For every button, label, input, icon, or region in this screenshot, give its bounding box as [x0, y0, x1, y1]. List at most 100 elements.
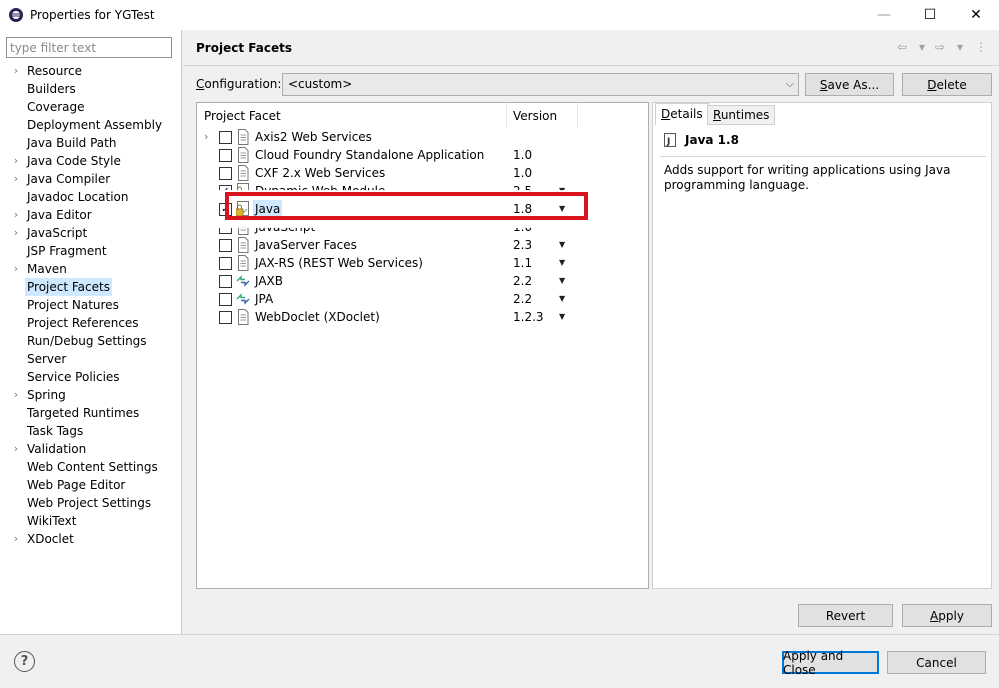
- chevron-right-icon[interactable]: ›: [10, 530, 22, 548]
- facet-checkbox[interactable]: [219, 239, 232, 252]
- nav-item[interactable]: › Spring: [0, 386, 182, 404]
- facet-version[interactable]: 2.2: [513, 290, 532, 308]
- configuration-select[interactable]: <custom> ⌵: [282, 73, 799, 96]
- version-dropdown-icon[interactable]: ▼: [559, 254, 565, 272]
- facet-checkbox[interactable]: [219, 227, 232, 234]
- nav-item[interactable]: › JavaScript: [0, 224, 182, 242]
- facet-version[interactable]: 2.2: [513, 272, 532, 290]
- nav-item[interactable]: › Resource: [0, 62, 182, 80]
- chevron-right-icon[interactable]: ›: [204, 128, 208, 146]
- column-divider[interactable]: [577, 103, 578, 127]
- table-row[interactable]: JavaScript 1.0: [197, 227, 648, 236]
- nav-item[interactable]: Run/Debug Settings: [0, 332, 182, 350]
- facet-version[interactable]: 1.1: [513, 254, 532, 272]
- facet-checkbox[interactable]: ✓: [219, 203, 232, 216]
- nav-item[interactable]: Project References: [0, 314, 182, 332]
- facet-checkbox[interactable]: [219, 311, 232, 324]
- nav-item[interactable]: Coverage: [0, 98, 182, 116]
- nav-item-label: JSP Fragment: [27, 244, 107, 258]
- chevron-right-icon[interactable]: ›: [10, 62, 22, 80]
- table-row[interactable]: JPA 2.2 ▼: [197, 290, 648, 308]
- facet-checkbox[interactable]: ✓: [219, 185, 232, 191]
- chevron-right-icon[interactable]: ›: [10, 206, 22, 224]
- table-row[interactable]: Cloud Foundry Standalone Application 1.0: [197, 146, 648, 164]
- chevron-right-icon[interactable]: ›: [10, 224, 22, 242]
- document-icon: [236, 165, 250, 181]
- nav-item[interactable]: Web Content Settings: [0, 458, 182, 476]
- facet-checkbox[interactable]: [219, 131, 232, 144]
- table-row[interactable]: JavaServer Faces 2.3 ▼: [197, 236, 648, 254]
- nav-item[interactable]: › Java Editor: [0, 206, 182, 224]
- nav-item[interactable]: › Java Compiler: [0, 170, 182, 188]
- nav-item[interactable]: › Java Code Style: [0, 152, 182, 170]
- nav-item-label: Project Natures: [27, 298, 119, 312]
- filter-input[interactable]: [6, 37, 172, 58]
- maximize-button[interactable]: ☐: [907, 0, 953, 30]
- nav-item[interactable]: Web Page Editor: [0, 476, 182, 494]
- facet-version[interactable]: 1.8: [513, 200, 532, 218]
- column-divider[interactable]: [506, 103, 507, 127]
- nav-item[interactable]: Builders: [0, 80, 182, 98]
- chevron-right-icon[interactable]: ›: [10, 440, 22, 458]
- nav-item[interactable]: Deployment Assembly: [0, 116, 182, 134]
- table-row[interactable]: WebDoclet (XDoclet) 1.2.3 ▼: [197, 308, 648, 326]
- nav-item[interactable]: › Maven: [0, 260, 182, 278]
- table-row[interactable]: JAXB 2.2 ▼: [197, 272, 648, 290]
- nav-item[interactable]: Java Build Path: [0, 134, 182, 152]
- chevron-right-icon[interactable]: ›: [10, 152, 22, 170]
- forward-arrow-icon[interactable]: ⇨: [935, 40, 945, 54]
- facet-version[interactable]: 2.5: [513, 182, 532, 190]
- version-dropdown-icon[interactable]: ▼: [559, 272, 565, 290]
- column-header-version[interactable]: Version: [513, 109, 557, 123]
- back-arrow-icon[interactable]: ⇦: [897, 40, 907, 54]
- nav-item[interactable]: JSP Fragment: [0, 242, 182, 260]
- help-icon[interactable]: ?: [14, 651, 35, 672]
- chevron-right-icon[interactable]: ›: [10, 386, 22, 404]
- tab-details[interactable]: Details: [655, 103, 709, 125]
- column-header-facet[interactable]: Project Facet: [204, 109, 281, 123]
- nav-item[interactable]: Server: [0, 350, 182, 368]
- chevron-right-icon[interactable]: ›: [10, 170, 22, 188]
- nav-item-label: Web Project Settings: [27, 496, 152, 510]
- delete-button[interactable]: Delete: [902, 73, 992, 96]
- apply-and-close-button[interactable]: Apply and Close: [782, 649, 879, 677]
- table-row[interactable]: CXF 2.x Web Services 1.0: [197, 164, 648, 182]
- revert-button[interactable]: Revert: [798, 604, 893, 627]
- back-dropdown-icon[interactable]: ▾: [919, 40, 925, 54]
- cancel-button[interactable]: Cancel: [887, 651, 986, 674]
- table-row[interactable]: JAX-RS (REST Web Services) 1.1 ▼: [197, 254, 648, 272]
- chevron-right-icon[interactable]: ›: [10, 260, 22, 278]
- nav-item[interactable]: WikiText: [0, 512, 182, 530]
- apply-button[interactable]: Apply: [902, 604, 992, 627]
- version-dropdown-icon[interactable]: ▼: [559, 308, 565, 326]
- forward-dropdown-icon[interactable]: ▾: [957, 40, 963, 54]
- version-dropdown-icon[interactable]: ▼: [559, 290, 565, 308]
- nav-item[interactable]: Web Project Settings: [0, 494, 182, 512]
- nav-item[interactable]: Project Facets: [0, 278, 182, 296]
- view-menu-icon[interactable]: ⋮: [975, 40, 987, 54]
- nav-item[interactable]: Javadoc Location: [0, 188, 182, 206]
- facet-version[interactable]: 2.3: [513, 236, 532, 254]
- tab-runtimes[interactable]: Runtimes: [707, 105, 776, 125]
- version-dropdown-icon[interactable]: ▼: [559, 182, 565, 190]
- table-row[interactable]: › Axis2 Web Services: [197, 128, 648, 146]
- minimize-button[interactable]: —: [861, 0, 907, 30]
- facet-checkbox[interactable]: [219, 275, 232, 288]
- nav-item[interactable]: › XDoclet: [0, 530, 182, 548]
- facet-checkbox[interactable]: [219, 167, 232, 180]
- version-dropdown-icon[interactable]: ▼: [559, 236, 565, 254]
- nav-item[interactable]: Targeted Runtimes: [0, 404, 182, 422]
- facet-checkbox[interactable]: [219, 293, 232, 306]
- nav-item[interactable]: Project Natures: [0, 296, 182, 314]
- version-dropdown-icon[interactable]: ▼: [559, 200, 565, 218]
- facet-checkbox[interactable]: [219, 257, 232, 270]
- facet-version[interactable]: 1.2.3: [513, 308, 544, 326]
- nav-item[interactable]: Service Policies: [0, 368, 182, 386]
- table-row[interactable]: ✓ Dynamic Web Module 2.5 ▼: [197, 182, 648, 191]
- table-row[interactable]: ✓ Java 1.8 ▼: [197, 200, 648, 218]
- nav-item[interactable]: Task Tags: [0, 422, 182, 440]
- save-as-button[interactable]: Save As...: [805, 73, 894, 96]
- close-window-button[interactable]: ✕: [953, 0, 999, 30]
- facet-checkbox[interactable]: [219, 149, 232, 162]
- nav-item[interactable]: › Validation: [0, 440, 182, 458]
